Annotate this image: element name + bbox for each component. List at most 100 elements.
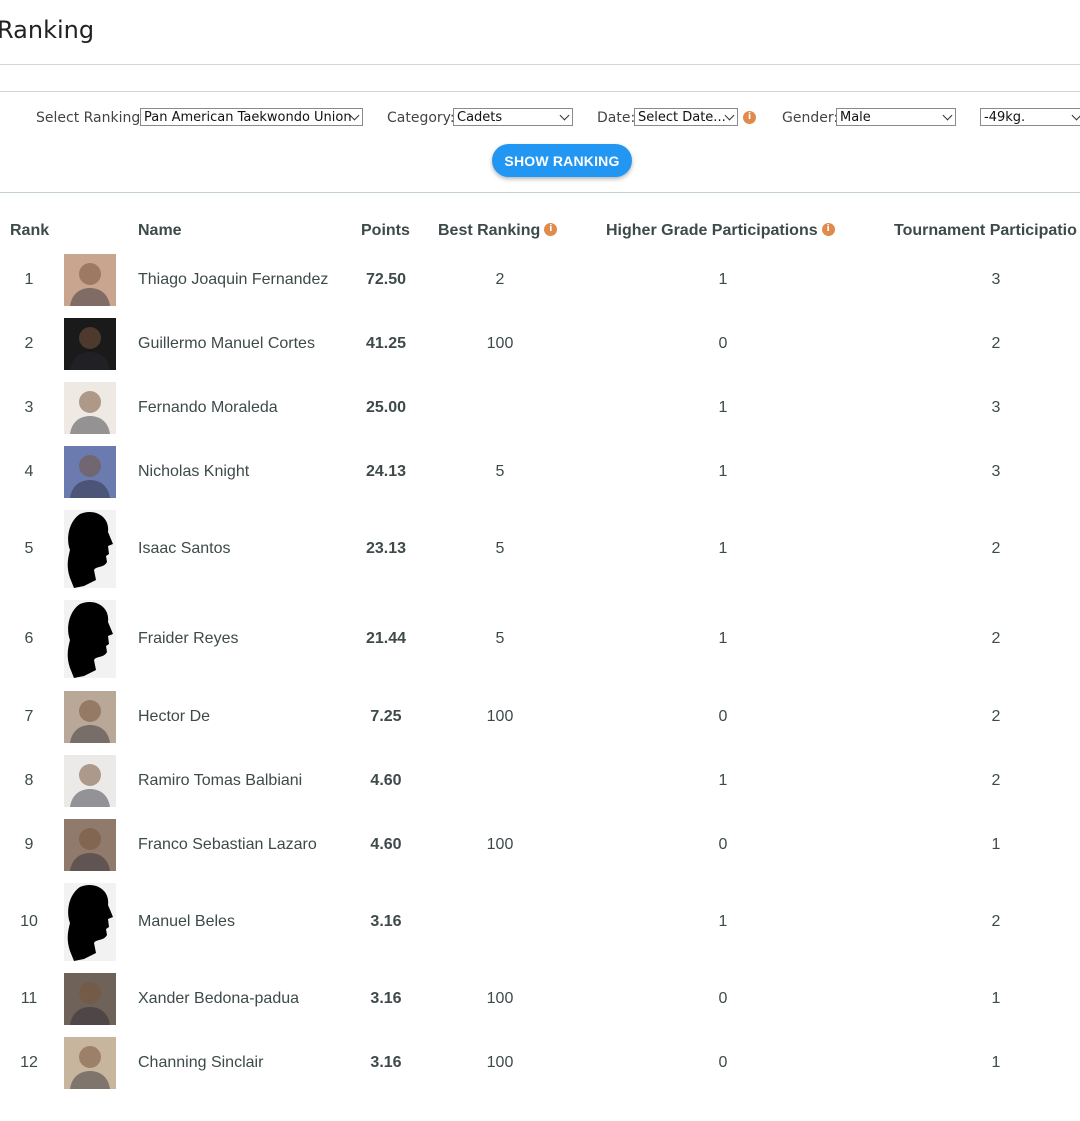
rank-cell: 9: [24, 836, 34, 853]
avatar-photo: [64, 691, 116, 743]
tournament-participations-cell: 3: [991, 271, 1001, 288]
points-cell: 21.44: [365, 630, 407, 647]
rank-cell: 2: [24, 335, 34, 352]
tournament-participations-cell: 2: [991, 540, 1001, 557]
higher-grade-cell: 1: [718, 540, 728, 557]
category-select-value: Cadets: [457, 110, 503, 125]
header-tournament-participations[interactable]: Tournament Participatio: [894, 222, 1077, 240]
table-row[interactable]: 1 Thiago Joaquin Fernandez 72.50 2 1 3: [0, 248, 1080, 312]
header-points[interactable]: Points: [361, 222, 410, 240]
higher-grade-cell: 1: [718, 772, 728, 789]
rank-cell: 8: [24, 772, 34, 789]
table-row[interactable]: 2 Guillermo Manuel Cortes 41.25 100 0 2: [0, 312, 1080, 376]
table-row[interactable]: 8 Ramiro Tomas Balbiani 4.60 1 2: [0, 749, 1080, 813]
points-cell: 3.16: [370, 990, 402, 1007]
higher-grade-cell: 1: [718, 913, 728, 930]
ranking-select-value: Pan American Taekwondo Union: [144, 110, 352, 125]
rank-cell: 1: [24, 271, 34, 288]
weight-select[interactable]: -49kg.: [980, 108, 1080, 126]
rank-cell: 10: [20, 913, 38, 930]
points-cell: 4.60: [370, 836, 402, 853]
table-row[interactable]: 6 Fraider Reyes 21.44 5 1 2: [0, 600, 1080, 678]
table-row[interactable]: 7 Hector De 7.25 100 0 2: [0, 685, 1080, 749]
show-ranking-button[interactable]: SHOW RANKING: [492, 144, 632, 177]
weight-select-value: -49kg.: [984, 110, 1026, 125]
avatar-photo: [64, 446, 116, 498]
best-ranking-cell: 5: [495, 540, 505, 557]
tournament-participations-cell: 3: [991, 463, 1001, 480]
avatar-photo: [64, 318, 116, 370]
header-higher-grade-label: Higher Grade Participations: [606, 222, 818, 239]
athlete-name-link[interactable]: Guillermo Manuel Cortes: [138, 335, 315, 353]
chevron-down-icon: [942, 110, 953, 121]
points-cell: 24.13: [365, 463, 407, 480]
higher-grade-cell: 1: [718, 399, 728, 416]
tournament-participations-cell: 1: [991, 1054, 1001, 1071]
points-cell: 4.60: [370, 772, 402, 789]
rank-cell: 7: [24, 708, 34, 725]
table-row[interactable]: 10 Manuel Beles 3.16 1 2: [0, 883, 1080, 961]
info-icon[interactable]: i: [821, 223, 835, 237]
ranking-select[interactable]: Pan American Taekwondo Union: [140, 108, 363, 126]
athlete-name-link[interactable]: Manuel Beles: [138, 913, 235, 931]
tournament-participations-cell: 3: [991, 399, 1001, 416]
tournament-participations-cell: 1: [991, 990, 1001, 1007]
best-ranking-cell: 2: [495, 271, 505, 288]
athlete-name-link[interactable]: Franco Sebastian Lazaro: [138, 836, 317, 854]
best-ranking-cell: 5: [495, 630, 505, 647]
chevron-down-icon: [1071, 110, 1080, 121]
tournament-participations-cell: 2: [991, 630, 1001, 647]
table-row[interactable]: 9 Franco Sebastian Lazaro 4.60 100 0 1: [0, 813, 1080, 877]
best-ranking-cell: 100: [486, 708, 514, 725]
tournament-participations-cell: 1: [991, 836, 1001, 853]
athlete-name-link[interactable]: Ramiro Tomas Balbiani: [138, 772, 302, 790]
tournament-participations-cell: 2: [991, 335, 1001, 352]
gender-select-value: Male: [840, 110, 871, 125]
higher-grade-cell: 0: [718, 335, 728, 352]
date-select[interactable]: Select Date...: [634, 108, 738, 126]
athlete-name-link[interactable]: Hector De: [138, 708, 210, 726]
table-row[interactable]: 11 Xander Bedona-padua 3.16 100 0 1: [0, 967, 1080, 1031]
athlete-name-link[interactable]: Fraider Reyes: [138, 630, 238, 648]
filter-bar: Select Ranking: Pan American Taekwondo U…: [0, 108, 1080, 130]
person-silhouette-icon: [64, 883, 116, 961]
person-silhouette-icon: [64, 510, 116, 588]
header-name[interactable]: Name: [138, 222, 182, 240]
points-cell: 7.25: [370, 708, 402, 725]
rank-cell: 5: [24, 540, 34, 557]
athlete-name-link[interactable]: Fernando Moraleda: [138, 399, 278, 417]
gender-select[interactable]: Male: [836, 108, 956, 126]
athlete-name-link[interactable]: Isaac Santos: [138, 540, 231, 558]
higher-grade-cell: 1: [718, 271, 728, 288]
avatar-photo: [64, 254, 116, 306]
table-row[interactable]: 12 Channing Sinclair 3.16 100 0 1: [0, 1031, 1080, 1095]
rank-cell: 4: [24, 463, 34, 480]
avatar-photo: [64, 973, 116, 1025]
table-row[interactable]: 4 Nicholas Knight 24.13 5 1 3: [0, 440, 1080, 504]
table-row[interactable]: 3 Fernando Moraleda 25.00 1 3: [0, 376, 1080, 440]
higher-grade-cell: 1: [718, 463, 728, 480]
athlete-name-link[interactable]: Thiago Joaquin Fernandez: [138, 271, 328, 289]
page-title: Ranking: [0, 16, 95, 44]
header-best-ranking[interactable]: Best Ranking i: [438, 222, 558, 240]
tournament-participations-cell: 2: [991, 772, 1001, 789]
date-select-label: Date:: [597, 110, 636, 126]
athlete-name-link[interactable]: Nicholas Knight: [138, 463, 249, 481]
points-cell: 41.25: [365, 335, 407, 352]
points-cell: 23.13: [365, 540, 407, 557]
table-row[interactable]: 5 Isaac Santos 23.13 5 1 2: [0, 510, 1080, 588]
athlete-name-link[interactable]: Channing Sinclair: [138, 1054, 263, 1072]
category-select[interactable]: Cadets: [453, 108, 573, 126]
athlete-name-link[interactable]: Xander Bedona-padua: [138, 990, 299, 1008]
header-rank[interactable]: Rank: [10, 222, 49, 240]
points-cell: 3.16: [370, 913, 402, 930]
higher-grade-cell: 0: [718, 836, 728, 853]
divider: [0, 64, 1080, 65]
avatar-photo: [64, 382, 116, 434]
info-icon[interactable]: i: [743, 111, 756, 124]
ranking-select-label: Select Ranking:: [36, 110, 145, 126]
header-higher-grade[interactable]: Higher Grade Participations i: [606, 222, 835, 240]
higher-grade-cell: 1: [718, 630, 728, 647]
info-icon[interactable]: i: [544, 223, 558, 237]
ranking-page: Ranking Select Ranking: Pan American Tae…: [0, 0, 1080, 1121]
